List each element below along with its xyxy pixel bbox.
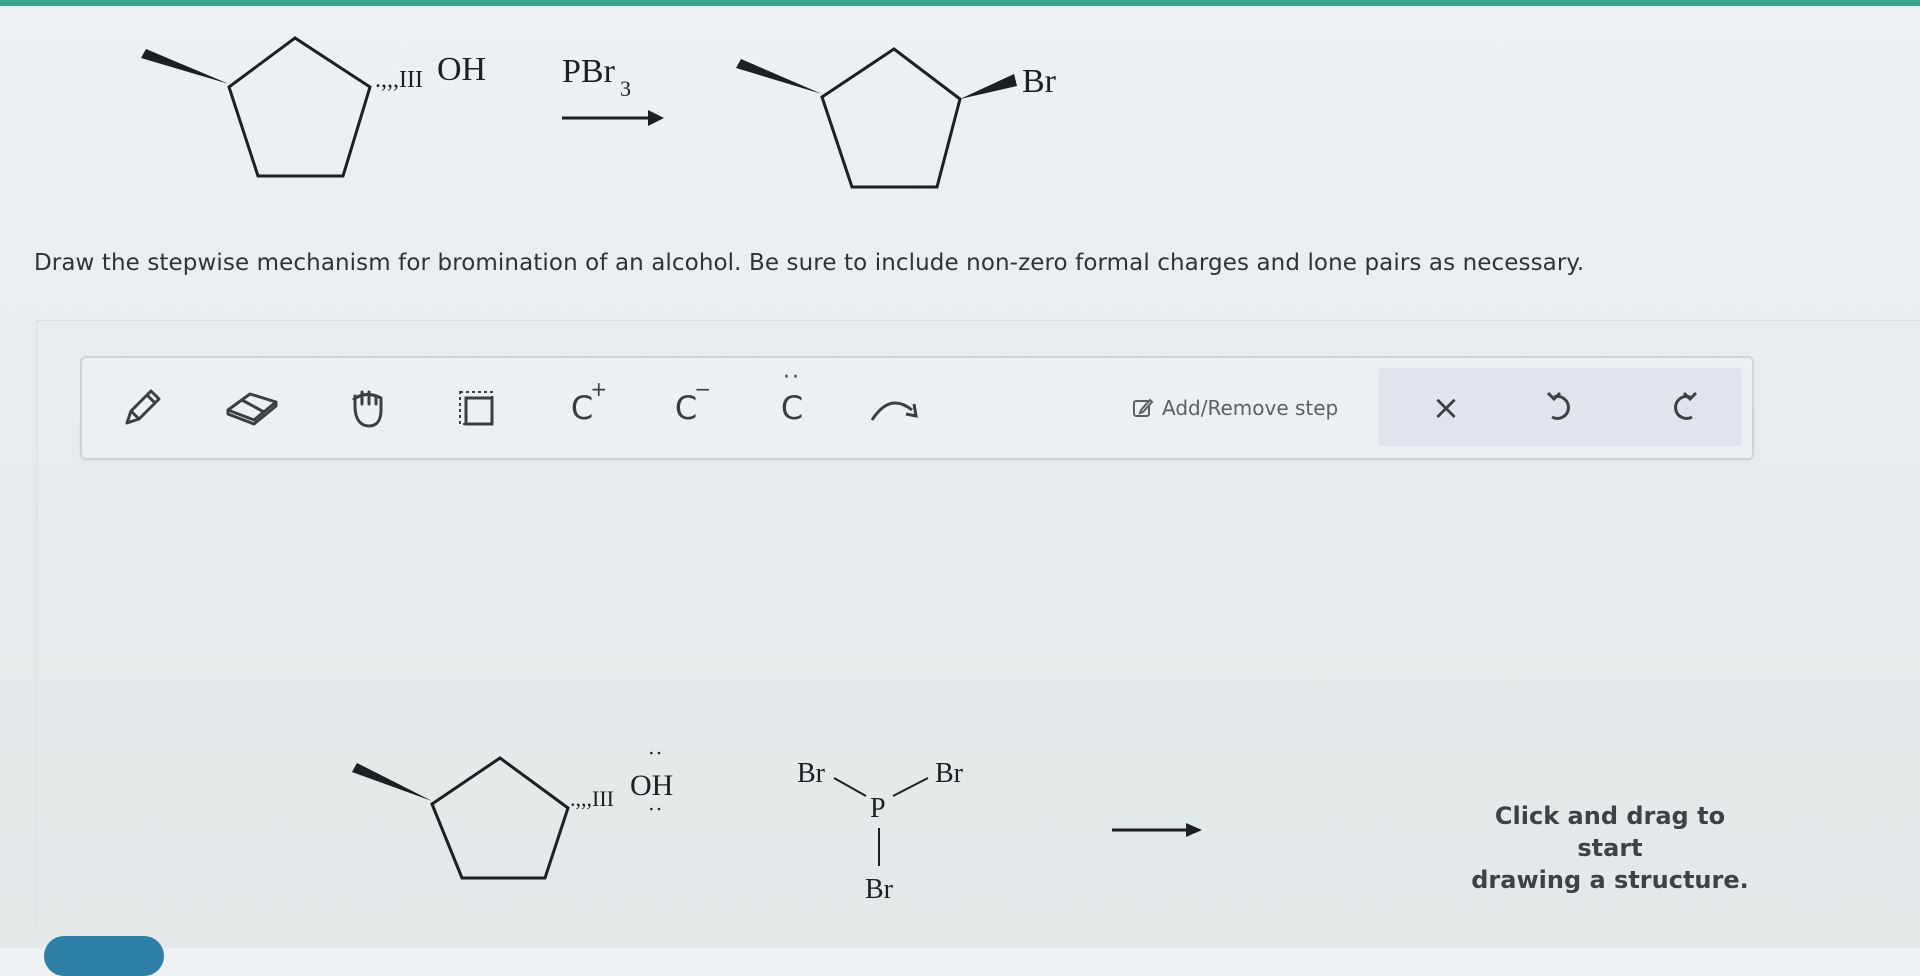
lone-pair-label: C ··	[780, 365, 804, 427]
carbocation-label: C +	[570, 377, 608, 427]
pencil-tool[interactable]	[112, 378, 172, 438]
curved-arrow-tool[interactable]	[866, 378, 926, 438]
redo-button[interactable]	[1656, 380, 1712, 436]
canvas-hint: Click and drag to start drawing a struct…	[1460, 800, 1760, 896]
hand-tool[interactable]	[338, 378, 398, 438]
reactant-oh-label: OH	[437, 51, 486, 88]
select-box-tool[interactable]	[446, 378, 506, 438]
undo-icon	[1546, 391, 1570, 420]
lone-pair-tool[interactable]: C ··	[762, 365, 822, 438]
redo-icon	[1674, 391, 1698, 420]
action-panel: ×	[1378, 368, 1742, 446]
curved-arrow-icon	[870, 401, 918, 421]
close-icon: ×	[1431, 388, 1461, 428]
eraser-icon	[226, 392, 278, 426]
hint-line-1: Click and drag to start	[1494, 802, 1726, 862]
select-box-icon	[459, 391, 494, 426]
reagent-subscript: 3	[620, 76, 631, 101]
product-br-label: Br	[1022, 63, 1057, 100]
drawing-toolbar: C + C − C ·· Add/Remove step ×	[80, 356, 1754, 460]
undo-button[interactable]	[1532, 380, 1588, 436]
hash-bond: .,,,III	[375, 67, 423, 93]
reactant-molecule: .,,,III OH	[141, 36, 486, 178]
pencil-icon	[125, 389, 161, 425]
product-molecule: Br	[736, 47, 1057, 189]
reagent-label: PBr	[562, 53, 616, 90]
clear-button[interactable]: ×	[1418, 380, 1474, 436]
hand-icon	[352, 390, 383, 428]
hint-line-2: drawing a structure.	[1471, 866, 1749, 894]
wedge-bond	[141, 49, 229, 84]
add-remove-step-label: Add/Remove step	[1162, 396, 1339, 420]
carbocation-tool[interactable]: C +	[552, 377, 612, 438]
question-text: Draw the stepwise mechanism for brominat…	[34, 250, 1585, 276]
wedge-bond-br	[960, 74, 1017, 99]
edit-icon	[1133, 398, 1154, 417]
add-remove-step-button[interactable]: Add/Remove step	[1132, 388, 1338, 428]
reaction-arrow: PBr 3	[562, 53, 664, 126]
wedge-bond-methyl	[736, 59, 822, 94]
eraser-tool[interactable]	[222, 378, 282, 438]
carbanion-tool[interactable]: C −	[656, 377, 716, 438]
carbanion-label: C −	[674, 377, 712, 427]
bottom-action-button[interactable]	[44, 936, 164, 976]
reaction-scheme: .,,,III OH PBr 3 Br	[141, 36, 1057, 189]
